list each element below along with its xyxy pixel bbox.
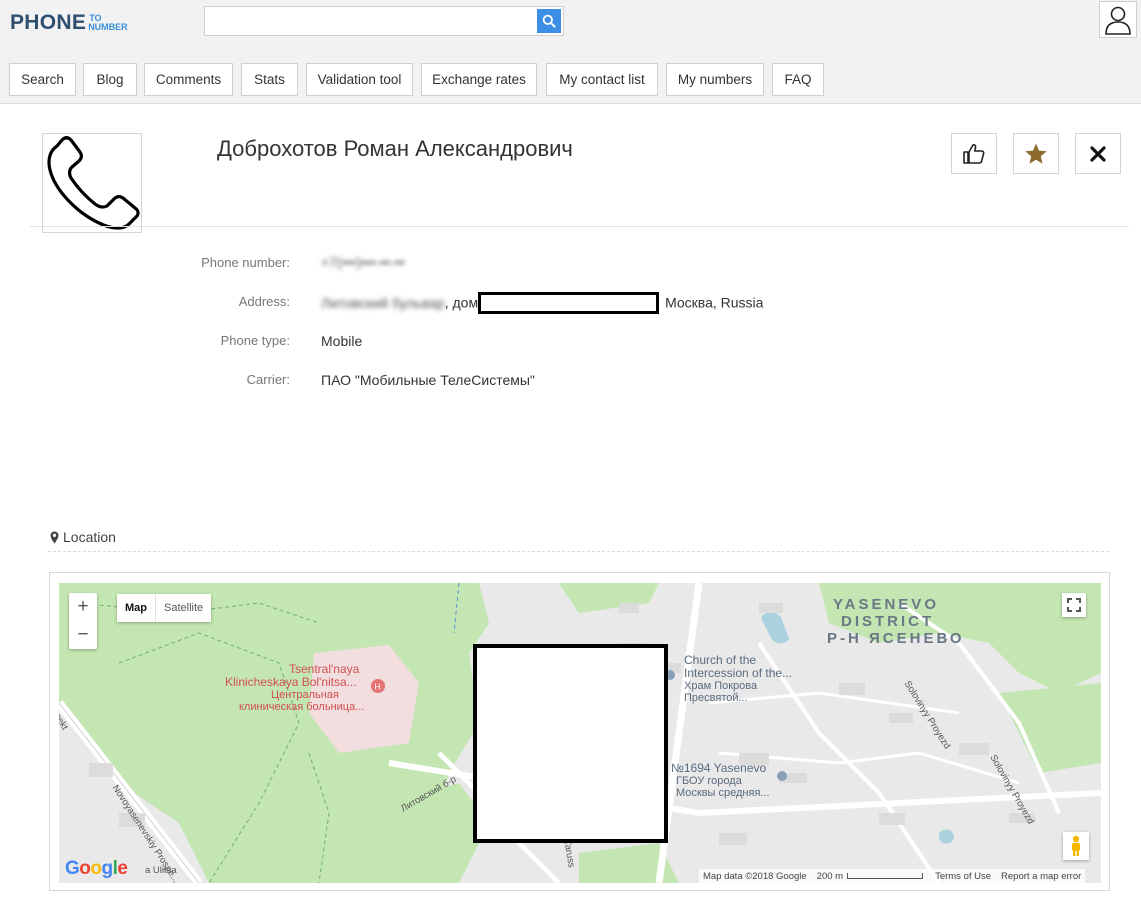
phone-number-label: Phone number:	[201, 255, 290, 270]
nav-exchange-rates[interactable]: Exchange rates	[421, 63, 537, 96]
street-view-button[interactable]	[1063, 832, 1089, 860]
search-input[interactable]	[205, 7, 535, 35]
pegman-icon	[1072, 835, 1080, 856]
google-logo[interactable]: Google	[65, 858, 128, 880]
zoom-in-button[interactable]: +	[69, 593, 97, 621]
logo-subtext: TO NUMBER	[88, 14, 128, 32]
search-button[interactable]	[537, 9, 561, 33]
contact-name: Доброхотов Роман Александрович	[217, 136, 573, 161]
address-value: Литовский бульвар, дом Москва, Russia	[321, 292, 764, 315]
main-nav: Search Blog Comments Stats Validation to…	[0, 52, 1141, 104]
map-type-map[interactable]: Map	[117, 594, 156, 622]
contact-avatar	[42, 133, 142, 233]
logo-phone-text: PHONE	[10, 11, 87, 34]
terms-link[interactable]: Terms of Use	[935, 871, 991, 882]
address-street-blurred: Литовский бульвар	[321, 294, 445, 311]
map-type-control: Map Satellite	[117, 594, 212, 622]
fullscreen-button[interactable]	[1062, 593, 1086, 617]
map-label-church-ru-2: Пресвятой...	[684, 692, 748, 704]
map-label-school-1: №1694 Yasenevo	[671, 761, 767, 775]
nav-validation-tool[interactable]: Validation tool	[306, 63, 413, 96]
nav-my-numbers[interactable]: My numbers	[666, 63, 764, 96]
top-header: PHONE TO NUMBER	[0, 0, 1141, 52]
user-account-button[interactable]	[1099, 1, 1137, 38]
zoom-out-button[interactable]: −	[69, 621, 97, 649]
nav-faq[interactable]: FAQ	[772, 63, 824, 96]
google-map[interactable]: H Tsentral'naya Klinicheskaya Bol'nitsa.…	[59, 583, 1101, 883]
map-attribution: Map data ©2018 Google 200 m Terms of Use…	[699, 869, 1086, 883]
close-icon	[1090, 145, 1106, 162]
search-box	[204, 6, 564, 36]
map-type-satellite[interactable]: Satellite	[156, 594, 211, 622]
map-scale-bar	[847, 873, 924, 879]
nav-stats[interactable]: Stats	[241, 63, 298, 96]
phone-number-value: +7(•••)•••-••-••	[321, 254, 405, 270]
map-label-school-3: Москвы средняя...	[676, 787, 770, 799]
location-title: Location	[63, 529, 116, 545]
zoom-controls: + −	[69, 593, 97, 649]
map-label-district-en-2: DISTRICT	[841, 613, 935, 630]
user-icon	[1105, 6, 1131, 35]
carrier-value: ПАО "Мобильные ТелеСистемы"	[321, 372, 535, 388]
address-label: Address:	[238, 294, 290, 309]
site-logo[interactable]: PHONE TO NUMBER	[10, 8, 128, 38]
address-house-prefix: , дом	[444, 294, 479, 311]
nav-blog[interactable]: Blog	[83, 63, 137, 96]
fullscreen-icon	[1067, 598, 1081, 612]
thumbs-up-icon	[963, 143, 985, 164]
map-scale-label: 200 m	[816, 870, 844, 882]
phone-type-label: Phone type:	[220, 333, 290, 348]
map-label-hospital-ru-2: клиническая больница...	[239, 701, 365, 713]
map-data-credit: Map data ©2018 Google	[703, 870, 807, 882]
location-divider	[48, 551, 1109, 552]
carrier-label: Carrier:	[246, 372, 290, 387]
nav-search[interactable]: Search	[9, 63, 76, 96]
remove-button[interactable]	[1075, 133, 1121, 174]
nav-my-contact-list[interactable]: My contact list	[546, 63, 658, 96]
map-marker-icon	[50, 531, 59, 543]
search-icon	[542, 14, 556, 28]
favorite-button[interactable]	[1013, 133, 1059, 174]
map-label-district-ru: Р-Н ЯСЕНЕВО	[827, 630, 965, 647]
address-redaction	[478, 292, 660, 314]
logo-number-text: NUMBER	[88, 22, 128, 32]
profile-divider	[30, 226, 1129, 227]
like-button[interactable]	[951, 133, 997, 174]
map-label-district-en-1: YASENEVO	[833, 596, 939, 613]
map-label-hospital-en-2: Klinicheskaya Bol'nitsa...	[225, 675, 357, 689]
map-redaction	[473, 644, 668, 843]
svg-text:H: H	[375, 683, 381, 692]
map-container: H Tsentral'naya Klinicheskaya Bol'nitsa.…	[49, 572, 1110, 891]
location-heading: Location	[50, 529, 116, 545]
address-city: Москва, Russia	[665, 294, 764, 311]
phone-handset-icon	[47, 136, 140, 230]
map-label-church-en-2: Intercession of the...	[684, 666, 793, 680]
map-label-ulitsa: a Ulitsa	[145, 865, 177, 876]
nav-comments[interactable]: Comments	[144, 63, 233, 96]
phone-type-value: Mobile	[321, 333, 363, 349]
report-map-error-link[interactable]: Report a map error	[1001, 871, 1081, 882]
star-icon	[1025, 143, 1047, 164]
